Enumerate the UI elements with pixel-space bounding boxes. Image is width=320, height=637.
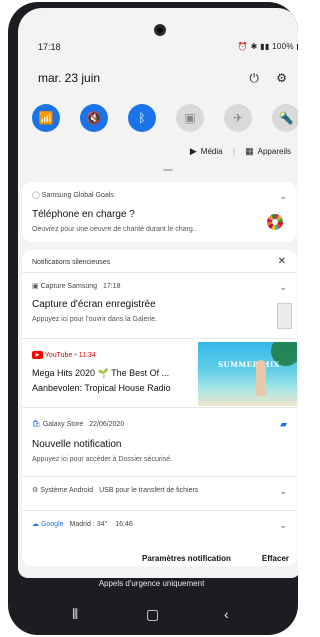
divider: [22, 338, 297, 339]
app-name: Samsung Global Goals: [41, 192, 114, 199]
clear-all-button[interactable]: Effacer: [262, 554, 289, 563]
notification-galaxy-store[interactable]: 🛍 Galaxy Store 22/06/2020 ▰ Nouvelle not…: [22, 408, 297, 474]
navigation-bar: ⦀ ▢ ‹: [0, 600, 303, 630]
notification-time: 22/06/2020: [89, 421, 125, 428]
wifi-icon: 📶: [38, 111, 54, 125]
folder-icon[interactable]: ▰: [280, 419, 287, 430]
settings-gear-icon[interactable]: ⚙: [276, 71, 287, 85]
notification-body: Appuyez ici pour l'ouvrir dans la Galeri…: [32, 316, 158, 323]
notification-time: 11:34: [78, 351, 96, 359]
notification-android-system[interactable]: ⚙ Système Android USB pour le transfert …: [22, 477, 297, 507]
notification-app-row: ▣ Capture Samsung 17:18: [32, 282, 120, 290]
notification-app-row: ⚙ Système Android USB pour le transfert …: [32, 486, 198, 494]
wifi-toggle[interactable]: 📶: [32, 104, 60, 132]
bluetooth-toggle[interactable]: ᛒ: [128, 104, 156, 132]
alarm-icon: ⏰: [237, 42, 249, 51]
app-name: Google: [40, 521, 64, 528]
flashlight-toggle[interactable]: 🔦: [272, 104, 298, 132]
weather-cloud-icon: ☁: [32, 521, 39, 528]
camera-cutout: [154, 24, 166, 36]
shade-footer: Paramètres notification Effacer: [18, 551, 298, 578]
global-goals-logo-icon: [267, 214, 283, 230]
quick-settings: 📶 🔇 ᛒ ▣ ✈ 🔦: [32, 104, 298, 132]
play-icon: ▶: [189, 146, 197, 156]
notification-title: Nouvelle notification: [32, 439, 122, 450]
lock-icon: ▣: [184, 111, 196, 125]
android-system-icon: ⚙: [32, 487, 39, 494]
section-label: Notifications silencieuses: [32, 259, 111, 266]
header-actions: ⏻ ⚙: [235, 71, 287, 86]
close-icon[interactable]: ✕: [278, 256, 286, 267]
thumbnail-figure: [256, 360, 266, 396]
recents-icon[interactable]: ⦀: [72, 606, 78, 623]
flashlight-icon: 🔦: [278, 111, 294, 125]
notification-google[interactable]: ☁ Google Madrid : 34° 16:46 ⌄: [22, 511, 297, 541]
devices-grid-icon: ▦: [245, 146, 254, 156]
screenshot-thumbnail: [277, 303, 292, 329]
devices-button[interactable]: ▦ Appareils: [245, 146, 291, 156]
emergency-calls-text: Appels d'urgence uniquement: [98, 579, 205, 588]
date-label: mar. 23 juin: [38, 71, 101, 85]
notification-time: 16:46: [115, 521, 133, 528]
youtube-logo-icon: ▶: [32, 351, 43, 359]
phone-frame: 17:18 ⏰ ✱ ▮▮ 100% ▮ mar. 23 juin ⏻ ⚙ 📶 🔇…: [8, 2, 298, 635]
chevron-down-icon[interactable]: ⌄: [279, 191, 287, 202]
notification-shade: 17:18 ⏰ ✱ ▮▮ 100% ▮ mar. 23 juin ⏻ ⚙ 📶 🔇…: [18, 8, 298, 578]
back-icon[interactable]: ‹: [224, 606, 229, 622]
galaxy-store-icon: 🛍: [32, 421, 41, 428]
battery-icon: ▮: [296, 42, 298, 51]
notification-time: 17:18: [102, 283, 121, 290]
airplane-toggle[interactable]: ✈: [224, 104, 252, 132]
separator-dot: •: [74, 351, 77, 359]
silent-notifications-group: Notifications silencieuses ✕ ▣ Capture S…: [22, 250, 297, 566]
shade-handle[interactable]: [163, 169, 173, 171]
notification-body: Appuyez ici pour accéder à Dossier sécur…: [32, 456, 173, 463]
notification-global-goals[interactable]: ◯ Samsung Global Goals ⌄ Téléphone en ch…: [22, 182, 297, 242]
signal-icon: ▮▮: [260, 42, 270, 51]
home-icon[interactable]: ▢: [146, 606, 159, 623]
notification-app-row: ☁ Google Madrid : 34° 16:46: [32, 520, 133, 528]
app-name: Capture Samsung: [40, 283, 97, 290]
notification-title: Capture d'écran enregistrée: [32, 299, 156, 310]
notification-youtube[interactable]: ▶ YouTube • 11:34 Mega Hits 2020 🌱 The B…: [22, 342, 198, 406]
notification-subtitle: Aanbevolen: Tropical House Radio: [32, 383, 171, 393]
youtube-thumbnail: SUMMER MIX: [198, 342, 297, 406]
notification-title: Téléphone en charge ?: [32, 209, 135, 220]
devices-label: Appareils: [257, 147, 291, 156]
app-name: Galaxy Store: [42, 421, 84, 428]
media-button[interactable]: ▶ Média: [189, 146, 223, 156]
notification-app-row: 🛍 Galaxy Store 22/06/2020: [32, 420, 124, 428]
notification-text: Madrid : 34°: [69, 521, 108, 528]
airplane-icon: ✈: [232, 111, 244, 125]
sound-toggle[interactable]: 🔇: [80, 104, 108, 132]
battery-percent: 100%: [272, 42, 294, 51]
bluetooth-icon: ᛒ: [138, 111, 146, 125]
status-icons: ⏰ ✱ ▮▮ 100% ▮: [238, 42, 298, 51]
bluetooth-status-icon: ✱: [250, 42, 258, 51]
notification-body: Oeuvrez pour une oeuvre de charité duran…: [32, 226, 197, 233]
app-name: YouTube: [44, 351, 73, 359]
status-time: 17:18: [38, 42, 61, 52]
media-separator: |: [232, 147, 235, 156]
notification-title: Mega Hits 2020 🌱 The Best Of ...: [32, 368, 170, 378]
notification-capture[interactable]: ▣ Capture Samsung 17:18 ⌄ Capture d'écra…: [22, 273, 297, 337]
app-name: Système Android: [40, 487, 94, 494]
media-label: Média: [200, 147, 223, 156]
status-bar: 17:18 ⏰ ✱ ▮▮ 100% ▮: [38, 42, 298, 58]
mute-icon: 🔇: [86, 111, 102, 125]
power-icon[interactable]: ⏻: [249, 71, 259, 86]
screenshot-icon: ▣: [32, 283, 39, 290]
media-devices-row: ▶ Média | ▦ Appareils: [190, 146, 291, 157]
chevron-down-icon[interactable]: ⌄: [279, 282, 287, 293]
notification-settings-button[interactable]: Paramètres notification: [142, 554, 231, 563]
rotation-lock-toggle[interactable]: ▣: [176, 104, 204, 132]
notification-app-row: ◯ Samsung Global Goals: [32, 191, 114, 199]
thumbnail-text: SUMMER MIX: [218, 360, 280, 369]
circle-icon: ◯: [32, 192, 40, 199]
chevron-down-icon[interactable]: ⌄: [279, 520, 287, 531]
notification-text: USB pour le transfert de fichiers: [99, 487, 199, 494]
chevron-down-icon[interactable]: ⌄: [279, 486, 287, 497]
notification-app-row: ▶ YouTube • 11:34: [32, 351, 96, 359]
